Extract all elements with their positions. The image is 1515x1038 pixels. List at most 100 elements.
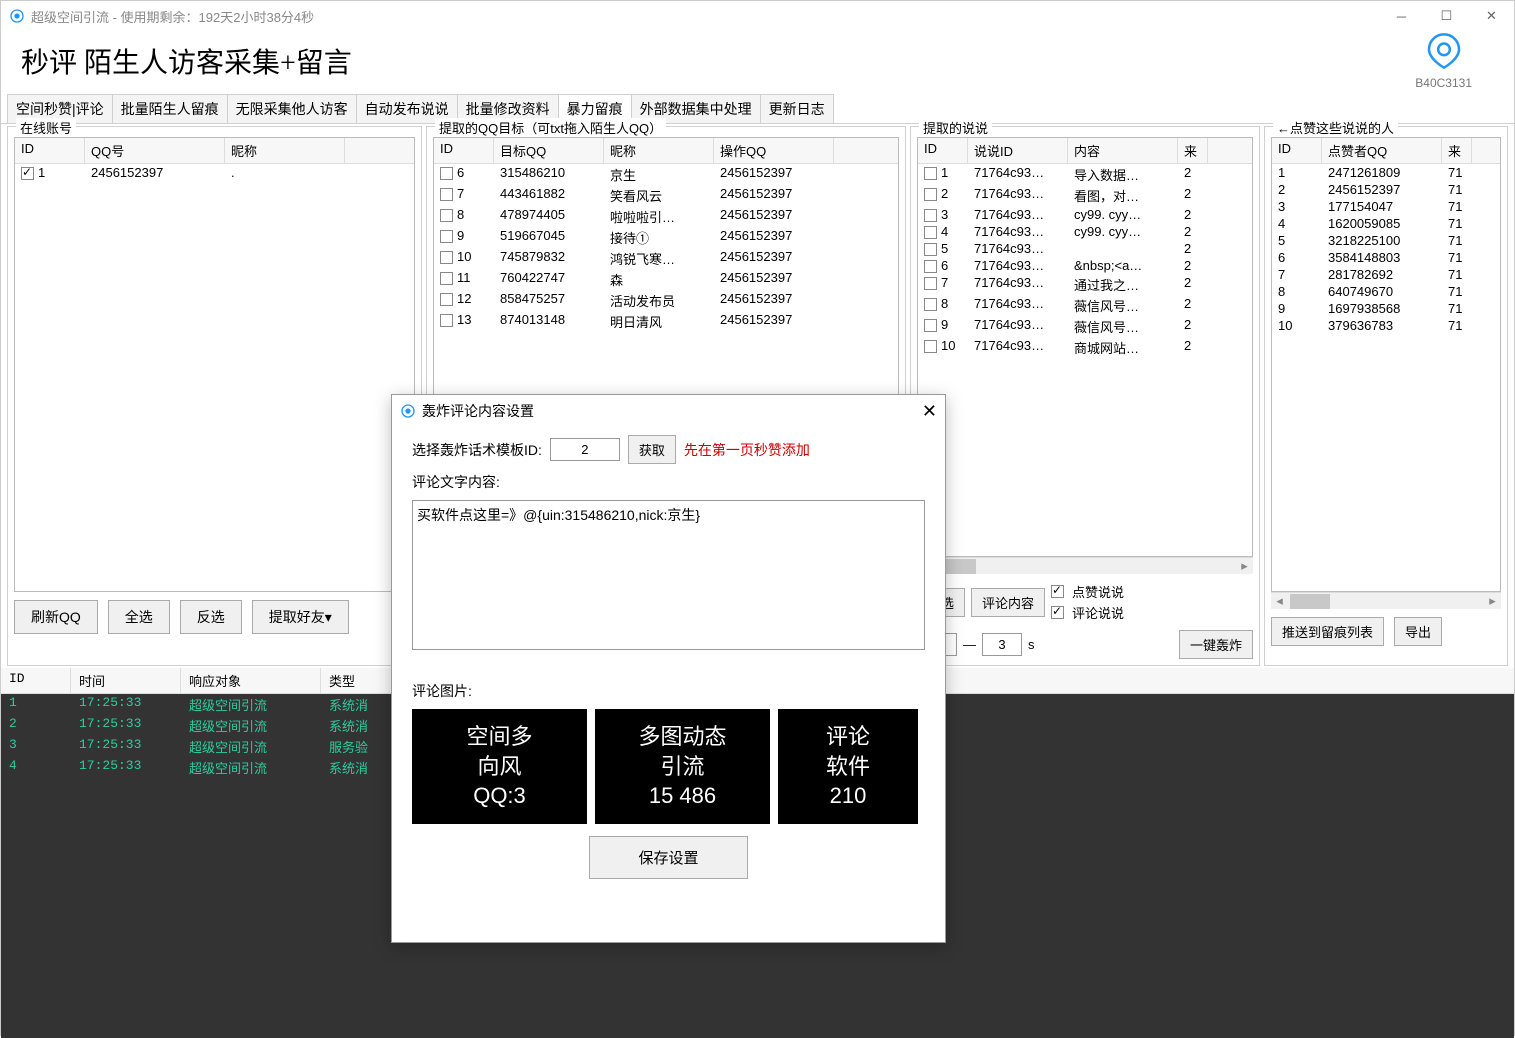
table-row[interactable]: 1247126180971 [1272, 164, 1500, 181]
brand-code: B40C3131 [1415, 76, 1472, 90]
comment-shuoshuo-checkbox[interactable]: 评论说说 [1051, 603, 1124, 622]
dialog-close-button[interactable]: ✕ [922, 401, 937, 422]
table-row[interactable]: 971764c93…薇信风号…2 [918, 316, 1252, 337]
tab-1[interactable]: 批量陌生人留痕 [112, 94, 228, 124]
interval-dash: — [963, 637, 976, 652]
comment-image-1[interactable]: 多图动态引流15 486 [595, 709, 770, 824]
shuoshuo-group: 提取的说说 ID说说ID内容来171764c93…导入数据…2271764c93… [910, 126, 1260, 666]
targets-title: 提取的QQ目标（可txt拖入陌生人QQ） [435, 118, 666, 137]
shuoshuo-hscroll[interactable]: ◂ ▸ [917, 557, 1253, 574]
image-row: 空间多向风QQ:3多图动态引流15 486评论软件210 [412, 709, 925, 824]
scroll-right-icon[interactable]: ▸ [1236, 558, 1253, 575]
table-row[interactable]: 12858475257活动发布员2456152397 [434, 290, 898, 311]
push-to-list-button[interactable]: 推送到留痕列表 [1271, 617, 1384, 646]
window-title: 超级空间引流 - 使用期剩余：192天2小时38分4秒 [31, 7, 314, 26]
content-label-row: 评论文字内容: [412, 472, 925, 492]
content-textarea[interactable] [412, 500, 925, 650]
table-row[interactable]: 864074967071 [1272, 283, 1500, 300]
export-button[interactable]: 导出 [1394, 617, 1442, 646]
table-row[interactable]: 271764c93…看图，对…2 [918, 185, 1252, 206]
one-click-button[interactable]: 一键轰炸 [1179, 630, 1253, 659]
accounts-group: 在线账号 IDQQ号昵称12456152397. 刷新QQ 全选 反选 提取好友… [7, 126, 422, 666]
accounts-list[interactable]: IDQQ号昵称12456152397. [14, 137, 415, 592]
table-row[interactable]: 171764c93…导入数据…2 [918, 164, 1252, 185]
app-window: 超级空间引流 - 使用期剩余：192天2小时38分4秒 ─ ☐ ✕ 秒评 陌生人… [0, 0, 1515, 1036]
template-label: 选择轰炸话术模板ID: [412, 440, 542, 460]
interval-to-input[interactable] [982, 633, 1022, 656]
template-row: 选择轰炸话术模板ID: 获取 先在第一页秒赞添加 [412, 435, 925, 464]
likers-list[interactable]: ID点赞者QQ来12471261809712245615239771317715… [1271, 137, 1501, 592]
dialog-icon [400, 403, 416, 419]
table-row[interactable]: 11760422747森2456152397 [434, 269, 898, 290]
table-row[interactable]: 317715404771 [1272, 198, 1500, 215]
likers-buttons: 推送到留痕列表 导出 [1271, 609, 1501, 646]
shuoshuo-title: 提取的说说 [919, 118, 992, 137]
dialog-title: 轰炸评论内容设置 [422, 401, 534, 421]
comment-settings-dialog: 轰炸评论内容设置 ✕ 选择轰炸话术模板ID: 获取 先在第一页秒赞添加 评论文字… [391, 394, 946, 943]
table-row[interactable]: 5321822510071 [1272, 232, 1500, 249]
table-row[interactable]: 728178269271 [1272, 266, 1500, 283]
interval-unit: s [1028, 637, 1035, 652]
table-row[interactable]: 9169793856871 [1272, 300, 1500, 317]
comment-image-0[interactable]: 空间多向风QQ:3 [412, 709, 587, 824]
likers-title: ←点赞这些说说的人 [1273, 118, 1398, 137]
tab-7[interactable]: 更新日志 [760, 94, 834, 124]
likers-group: ←点赞这些说说的人 ID点赞者QQ来1247126180971224561523… [1264, 126, 1508, 666]
template-id-input[interactable] [550, 438, 620, 461]
page-title: 秒评 陌生人访客采集+留言 [13, 37, 352, 85]
likers-hscroll[interactable]: ◂ ▸ [1271, 592, 1501, 609]
save-settings-button[interactable]: 保存设置 [589, 836, 747, 879]
table-row[interactable]: 6315486210京生2456152397 [434, 164, 898, 185]
table-row[interactable]: 871764c93…薇信风号…2 [918, 295, 1252, 316]
save-row: 保存设置 [412, 836, 925, 879]
titlebar: 超级空间引流 - 使用期剩余：192天2小时38分4秒 ─ ☐ ✕ [1, 1, 1514, 31]
window-buttons: ─ ☐ ✕ [1379, 1, 1514, 31]
extract-friends-button[interactable]: 提取好友▾ [252, 600, 349, 634]
close-button[interactable]: ✕ [1469, 1, 1514, 31]
table-row[interactable]: 771764c93…通过我之…2 [918, 274, 1252, 295]
accounts-title: 在线账号 [16, 118, 76, 137]
scroll-thumb[interactable] [1290, 594, 1330, 609]
like-shuoshuo-checkbox[interactable]: 点赞说说 [1051, 582, 1124, 601]
select-all-button[interactable]: 全选 [108, 600, 170, 634]
table-row[interactable]: 12456152397. [15, 164, 414, 181]
comment-content-button[interactable]: 评论内容 [971, 588, 1045, 617]
refresh-qq-button[interactable]: 刷新QQ [14, 600, 98, 634]
comment-image-2[interactable]: 评论软件210 [778, 709, 918, 824]
table-row[interactable]: 371764c93…cy99. cyy…2 [918, 206, 1252, 223]
image-label-row: 评论图片: [412, 681, 925, 701]
table-row[interactable]: 13874013148明日清风2456152397 [434, 311, 898, 332]
table-row[interactable]: 8478974405啦啦啦引…2456152397 [434, 206, 898, 227]
warning-text: 先在第一页秒赞添加 [684, 440, 810, 460]
app-icon [9, 8, 25, 24]
scroll-right-icon[interactable]: ▸ [1484, 593, 1501, 610]
image-label: 评论图片: [412, 681, 472, 701]
table-row[interactable]: 571764c93…2 [918, 240, 1252, 257]
brand-icon [1424, 31, 1464, 74]
dialog-body: 选择轰炸话术模板ID: 获取 先在第一页秒赞添加 评论文字内容: 评论图片: 空… [392, 427, 945, 942]
table-row[interactable]: 10745879832鸿锐飞寒…2456152397 [434, 248, 898, 269]
shuoshuo-buttons: 反选 评论内容 点赞说说 评论说说 [917, 574, 1253, 622]
table-row[interactable]: 4162005908571 [1272, 215, 1500, 232]
dialog-titlebar: 轰炸评论内容设置 ✕ [392, 395, 945, 427]
maximize-button[interactable]: ☐ [1424, 1, 1469, 31]
content-label: 评论文字内容: [412, 472, 500, 492]
minimize-button[interactable]: ─ [1379, 1, 1424, 31]
header-row: 秒评 陌生人访客采集+留言 B40C3131 [1, 31, 1514, 94]
brand: B40C3131 [1415, 31, 1502, 90]
accounts-buttons: 刷新QQ 全选 反选 提取好友▾ [14, 592, 415, 634]
table-row[interactable]: 6358414880371 [1272, 249, 1500, 266]
table-row[interactable]: 9519667045接待①2456152397 [434, 227, 898, 248]
table-row[interactable]: 1037963678371 [1272, 317, 1500, 334]
shuoshuo-buttons-2: — s 一键轰炸 [917, 622, 1253, 659]
invert-button[interactable]: 反选 [180, 600, 242, 634]
tab-2[interactable]: 无限采集他人访客 [227, 94, 357, 124]
table-row[interactable]: 671764c93…&nbsp;<a…2 [918, 257, 1252, 274]
table-row[interactable]: 7443461882笑看风云2456152397 [434, 185, 898, 206]
scroll-left-icon[interactable]: ◂ [1271, 593, 1288, 610]
shuoshuo-list[interactable]: ID说说ID内容来171764c93…导入数据…2271764c93…看图，对…… [917, 137, 1253, 557]
table-row[interactable]: 1071764c93…商城网站…2 [918, 337, 1252, 358]
table-row[interactable]: 471764c93…cy99. cyy…2 [918, 223, 1252, 240]
table-row[interactable]: 2245615239771 [1272, 181, 1500, 198]
get-button[interactable]: 获取 [628, 435, 676, 464]
